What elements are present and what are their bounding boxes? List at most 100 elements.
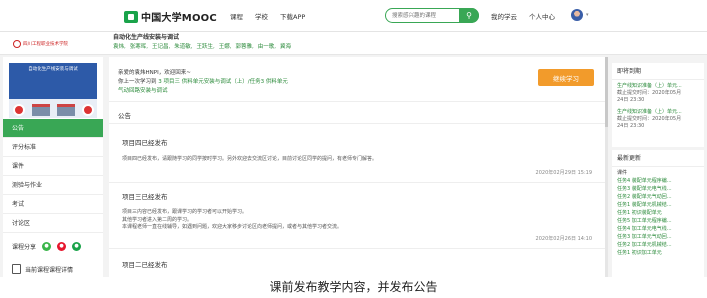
notice-body-line: 本课程老师一直在线辅导，如遇到问题，欢迎大家移步讨论区向老师提问，或者与其他学习…	[122, 224, 343, 230]
sidebar-item-exam[interactable]: 考试	[3, 195, 103, 214]
section-title: 公告	[118, 112, 131, 120]
due-soon-panel: 即将到期 生产线知识准备（上）单元... 截止提交时间：2020年05月 24日…	[612, 63, 704, 147]
teacher-name[interactable]: 张寒晖,	[130, 42, 148, 50]
machine-icon	[56, 104, 75, 116]
teacher-name[interactable]: 袁炜,	[113, 42, 126, 50]
due-item-deadline-time: 24日 23:30	[617, 97, 645, 103]
last-study-prefix: 你上一次学习到	[118, 79, 157, 85]
site-logo[interactable]: 中国大学MOOC	[124, 9, 217, 24]
notice-title[interactable]: 项目四已经发布	[122, 137, 168, 147]
due-item-deadline-time: 24日 23:30	[617, 123, 645, 129]
weibo-icon[interactable]: ●	[57, 241, 67, 251]
teacher-name[interactable]: 王娜,	[219, 42, 232, 50]
course-detail-label: 当前课程课程详情	[25, 266, 74, 274]
scrollbar-thumb[interactable]	[605, 57, 608, 127]
update-item[interactable]: 任务2 加工单元机械结...	[612, 241, 704, 249]
right-column: 即将到期 生产线知识准备（上）单元... 截止提交时间：2020年05月 24日…	[612, 57, 707, 277]
nav-link-profile[interactable]: 个人中心	[529, 11, 555, 21]
notice-body-line: 项目四已经发布，请跟随学习的同学按时学习。另外欢迎去交流区讨论，目前讨论区同学的…	[122, 156, 378, 162]
nav-link-schools[interactable]: 学校	[255, 11, 268, 21]
moments-icon[interactable]: ●	[72, 241, 82, 251]
machine-icon	[31, 104, 50, 116]
course-header: 四川工程职业技术学院	[0, 32, 707, 55]
divider	[109, 101, 606, 102]
notice-body: 项目三内容已经发布，跟课学习的学习者可以开始学习。 其他学习者进入第二周的学习。…	[122, 209, 342, 232]
update-item[interactable]: 任务3 加工单元气动回...	[612, 233, 704, 241]
latest-updates-title: 最新更新	[612, 150, 704, 167]
course-sidebar: 自动化生产线安装与调试 公告 评分标准 课件 测验与作业 考试 讨论区 课程分享…	[3, 57, 103, 277]
course-cover-image: 自动化生产线安装与调试	[9, 63, 97, 118]
cover-illustration	[9, 99, 97, 118]
notice-title[interactable]: 项目二已经发布	[122, 259, 168, 269]
resume-panel: 亲爱的袁炜HNPI，欢迎回来~ 你上一次学习到 3 项目三 供料单元安装与调试（…	[118, 69, 288, 96]
search-icon[interactable]: ⚲	[459, 8, 479, 23]
teacher-name[interactable]: 冀海	[280, 42, 291, 50]
wechat-icon[interactable]: ●	[42, 241, 52, 251]
last-study-link[interactable]: 3 项目三 供料单元安装与调试（上）/任务3 供料单元	[158, 79, 288, 85]
due-item-link[interactable]: 生产线知识准备（上）单元...	[612, 109, 704, 116]
due-item-deadline: 截止提交时间：2020年05月	[617, 90, 682, 96]
school-badge-icon	[81, 104, 94, 116]
chevron-down-icon[interactable]: ▾	[586, 12, 589, 18]
main-content: 亲爱的袁炜HNPI，欢迎回来~ 你上一次学习到 3 项目三 供料单元安装与调试（…	[109, 57, 606, 277]
due-item-deadline: 截止提交时间：2020年05月	[617, 116, 682, 122]
notice-body: 项目四已经发布，请跟随学习的同学按时学习。另外欢迎去交流区讨论，目前讨论区同学的…	[122, 156, 377, 164]
logo-text: 中国大学MOOC	[141, 13, 217, 24]
divider	[109, 182, 606, 183]
sidebar-item-announcements[interactable]: 公告	[3, 119, 103, 138]
update-item[interactable]: 任务1 初识加工单元	[612, 249, 704, 257]
avatar[interactable]	[571, 9, 583, 21]
document-icon	[12, 264, 21, 274]
greeting: 亲爱的袁炜HNPI，欢迎回来~	[118, 70, 191, 76]
teacher-name[interactable]: 朱道敏,	[174, 42, 192, 50]
app-frame: 中国大学MOOC 课程 学校 下载APP ⚲ 我的学云 个人中心 ▾ 四川工程职…	[0, 0, 707, 277]
teacher-list: 袁炜, 张寒晖, 王记昌, 朱道敏, 王跃生, 王娜, 郭蓉雅, 由一歌, 冀海	[113, 42, 291, 50]
sidebar-item-quizzes[interactable]: 测验与作业	[3, 176, 103, 195]
divider	[109, 248, 606, 249]
sidebar-item-grading[interactable]: 评分标准	[3, 138, 103, 157]
course-share: 课程分享 ● ● ●	[12, 238, 102, 254]
notice-date: 2020年02月29日 15:19	[535, 170, 592, 176]
top-nav: 中国大学MOOC 课程 学校 下载APP ⚲ 我的学云 个人中心 ▾	[0, 0, 707, 32]
search-input[interactable]	[392, 11, 460, 21]
notice-title[interactable]: 项目三已经发布	[122, 191, 168, 201]
update-item[interactable]: 任务1 装配单元机械结...	[612, 201, 704, 209]
teacher-name[interactable]: 由一歌,	[258, 42, 276, 50]
due-item-link[interactable]: 生产线知识准备（上）单元...	[612, 83, 704, 90]
notice-date: 2020年02月26日 14:10	[535, 236, 592, 242]
update-item[interactable]: 任务5 加工单元程序编...	[612, 217, 704, 225]
nav-link-download-app[interactable]: 下载APP	[280, 11, 305, 21]
update-item[interactable]: 任务3 装配单元电气线...	[612, 185, 704, 193]
cover-title: 自动化生产线安装与调试	[28, 67, 78, 72]
teacher-name[interactable]: 王跃生,	[197, 42, 215, 50]
teacher-name[interactable]: 郭蓉雅,	[236, 42, 254, 50]
scrollbar[interactable]	[605, 57, 608, 277]
updates-category: 课件	[617, 170, 628, 176]
nav-link-my-learning[interactable]: 我的学云	[491, 11, 517, 21]
course-detail-link[interactable]: 当前课程课程详情	[12, 264, 102, 274]
school-seal-icon	[13, 40, 21, 48]
figure-caption: 课前发布教学内容，并发布公告	[0, 277, 707, 298]
update-item[interactable]: 任务4 装配单元程序编...	[612, 177, 704, 185]
school-badge-icon	[12, 104, 25, 116]
update-item[interactable]: 任务2 装配单元气动回...	[612, 193, 704, 201]
last-study-line: 你上一次学习到 3 项目三 供料单元安装与调试（上）/任务3 供料单元	[118, 78, 288, 87]
share-label: 课程分享	[12, 243, 37, 251]
school-logo: 四川工程职业技术学院	[13, 39, 99, 49]
logo-icon	[124, 10, 138, 23]
sidebar-item-forum[interactable]: 讨论区	[3, 214, 103, 233]
due-soon-title: 即将到期	[612, 63, 704, 80]
nav-links: 课程 学校 下载APP	[230, 11, 305, 21]
notice-body-line: 其他学习者进入第二周的学习。	[122, 216, 193, 223]
teacher-name[interactable]: 王记昌,	[152, 42, 170, 50]
course-title: 自动化生产线安装与调试	[113, 34, 180, 41]
divider	[109, 123, 606, 124]
last-study-link-continued[interactable]: 气动回路安装与调试	[118, 87, 288, 96]
update-item[interactable]: 任务4 加工单元电气线...	[612, 225, 704, 233]
update-item[interactable]: 任务1 初识装配单元	[612, 209, 704, 217]
sidebar-item-courseware[interactable]: 课件	[3, 157, 103, 176]
continue-learning-button[interactable]: 继续学习	[538, 69, 594, 86]
nav-link-courses[interactable]: 课程	[230, 11, 243, 21]
school-name: 四川工程职业技术学院	[23, 42, 68, 47]
latest-updates-panel: 最新更新 课件 任务4 装配单元程序编... 任务3 装配单元电气线... 任务…	[612, 150, 704, 277]
